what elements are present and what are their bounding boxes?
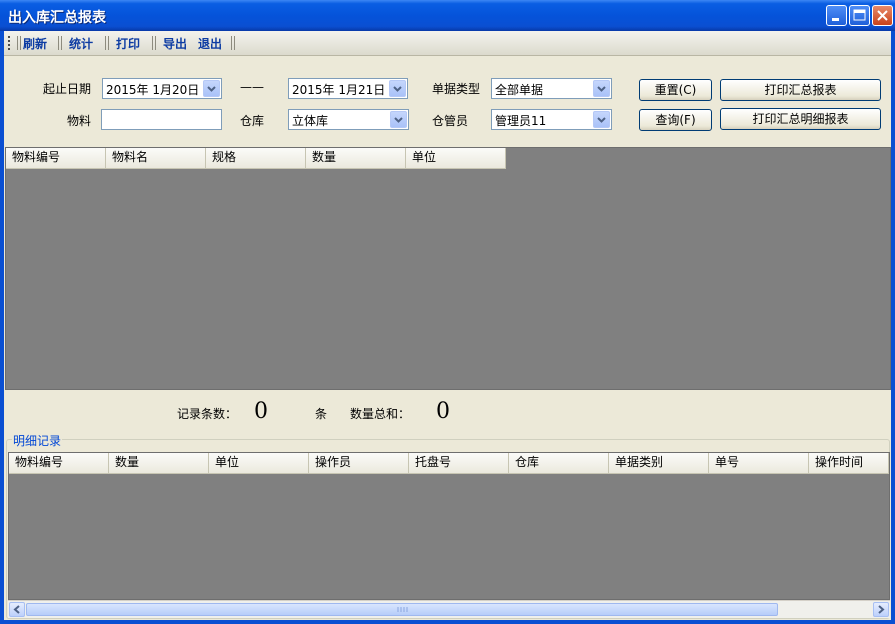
- scroll-left-icon: [13, 605, 20, 614]
- maximize-icon: [853, 9, 866, 21]
- keeper-select[interactable]: 管理员11: [491, 109, 612, 130]
- material-label: 物料: [67, 114, 92, 128]
- window-title: 出入库汇总报表: [8, 10, 106, 26]
- doc-type-value: 全部单据: [495, 83, 544, 97]
- print-detail-button[interactable]: 打印汇总明细报表: [720, 108, 881, 130]
- detail-grid-header: 物料编号 数量 单位 操作员 托盘号 仓库 单据类别 单号 操作时间: [9, 453, 889, 474]
- warehouse-label: 仓库: [240, 114, 265, 128]
- exit-button[interactable]: 退出: [198, 35, 222, 52]
- warehouse-select[interactable]: 立体库: [288, 109, 409, 130]
- thumb-grip-icon: [397, 607, 408, 612]
- export-button[interactable]: 导出: [163, 35, 187, 52]
- chevron-down-icon[interactable]: [389, 80, 406, 97]
- keeper-label: 仓管员: [432, 114, 469, 128]
- minimize-button[interactable]: [826, 5, 847, 26]
- doc-type-select[interactable]: 全部单据: [491, 78, 612, 99]
- toolbar-grip[interactable]: [8, 36, 10, 50]
- scroll-right-button[interactable]: [873, 602, 889, 617]
- keeper-value: 管理员11: [495, 114, 547, 128]
- title-bar[interactable]: 出入库汇总报表: [0, 0, 895, 31]
- horizontal-scrollbar[interactable]: [8, 600, 890, 618]
- reset-button[interactable]: 重置(C): [639, 79, 712, 101]
- window-frame-bottom: [0, 620, 895, 624]
- record-unit-label: 条: [315, 407, 328, 421]
- toolbar-separator: [231, 36, 235, 50]
- start-date-value: 2015年 1月20日: [106, 83, 200, 97]
- record-count-label: 记录条数：: [177, 407, 238, 421]
- column-header[interactable]: 操作员: [309, 453, 409, 473]
- column-header[interactable]: 单位: [406, 148, 506, 168]
- column-header[interactable]: 单位: [209, 453, 309, 473]
- filter-panel: 起止日期 2015年 1月20日 —— 2015年 1月21日 单据类型 全部单…: [4, 56, 891, 146]
- column-header[interactable]: 操作时间: [809, 453, 889, 473]
- close-button[interactable]: [872, 5, 893, 26]
- detail-grid[interactable]: 物料编号 数量 单位 操作员 托盘号 仓库 单据类别 单号 操作时间: [8, 452, 890, 600]
- column-header[interactable]: 物料编号: [6, 148, 106, 168]
- print-button[interactable]: 打印: [116, 35, 140, 52]
- refresh-button[interactable]: 刷新: [23, 35, 47, 52]
- minimize-icon: [832, 18, 839, 21]
- chevron-down-icon[interactable]: [390, 111, 407, 128]
- maximize-button[interactable]: [849, 5, 870, 26]
- print-summary-button[interactable]: 打印汇总报表: [720, 79, 881, 101]
- material-input[interactable]: [101, 109, 222, 130]
- query-button[interactable]: 查询(F): [639, 109, 712, 131]
- doc-type-label: 单据类型: [432, 82, 481, 96]
- scroll-right-icon: [878, 605, 885, 614]
- column-header[interactable]: 规格: [206, 148, 306, 168]
- chevron-down-icon[interactable]: [593, 111, 610, 128]
- column-header[interactable]: 仓库: [509, 453, 609, 473]
- end-date-picker[interactable]: 2015年 1月21日: [288, 78, 408, 99]
- column-header[interactable]: 托盘号: [409, 453, 509, 473]
- scroll-left-button[interactable]: [9, 602, 25, 617]
- record-count-value: 0: [254, 399, 268, 424]
- stats-button[interactable]: 统计: [69, 35, 93, 52]
- close-icon: [877, 10, 888, 21]
- date-range-label: 起止日期: [43, 82, 92, 96]
- column-header[interactable]: 单号: [709, 453, 809, 473]
- detail-group-label: 明细记录: [12, 432, 63, 449]
- warehouse-value: 立体库: [292, 114, 329, 128]
- qty-total-label: 数量总和：: [350, 407, 411, 421]
- start-date-picker[interactable]: 2015年 1月20日: [102, 78, 222, 99]
- toolbar: 刷新 统计 打印 导出 退出: [4, 31, 891, 56]
- toolbar-separator: [17, 36, 21, 50]
- chevron-down-icon[interactable]: [203, 80, 220, 97]
- qty-total-value: 0: [436, 399, 450, 424]
- column-header[interactable]: 物料编号: [9, 453, 109, 473]
- toolbar-separator: [105, 36, 109, 50]
- window-frame-right: [891, 31, 895, 624]
- column-header[interactable]: 物料名: [106, 148, 206, 168]
- toolbar-separator: [152, 36, 156, 50]
- summary-grid-header: 物料编号 物料名 规格 数量 单位: [6, 148, 506, 169]
- column-header[interactable]: 数量: [109, 453, 209, 473]
- chevron-down-icon[interactable]: [593, 80, 610, 97]
- toolbar-separator: [58, 36, 62, 50]
- date-separator: ——: [240, 80, 264, 94]
- summary-grid[interactable]: 物料编号 物料名 规格 数量 单位: [5, 147, 891, 390]
- column-header[interactable]: 数量: [306, 148, 406, 168]
- scroll-thumb[interactable]: [26, 603, 778, 616]
- column-header[interactable]: 单据类别: [609, 453, 709, 473]
- end-date-value: 2015年 1月21日: [292, 83, 386, 97]
